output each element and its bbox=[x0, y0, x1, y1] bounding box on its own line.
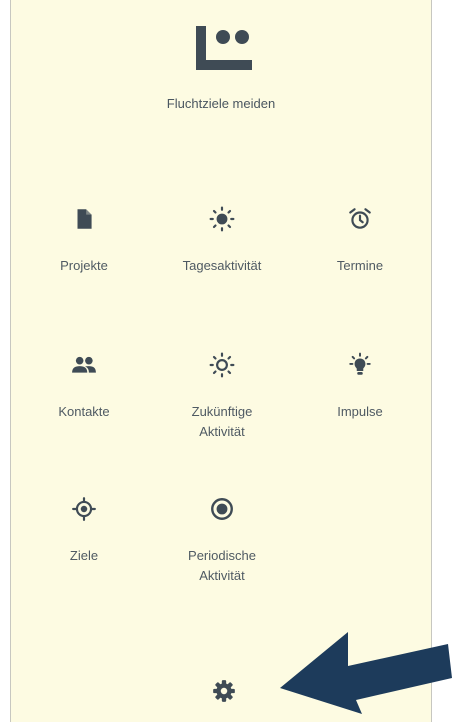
app-screen: Fluchtziele meiden Projekte Tagesaktivit… bbox=[10, 0, 432, 722]
lightbulb-icon bbox=[349, 352, 371, 375]
tile-periodische-aktivitaet[interactable]: Periodische Aktivität bbox=[157, 496, 287, 586]
tile-impulse[interactable]: Impulse bbox=[295, 352, 425, 422]
tile-label: Termine bbox=[336, 258, 384, 273]
tile-ziele[interactable]: Ziele bbox=[19, 496, 149, 566]
tile-label: Ziele bbox=[69, 548, 99, 563]
tile-zukuenftige-aktivitaet[interactable]: Zukünftige Aktivität bbox=[157, 352, 287, 442]
tile-projekte[interactable]: Projekte bbox=[19, 206, 149, 276]
tile-tagesaktivitaet[interactable]: Tagesaktivität bbox=[157, 206, 287, 276]
app-title: Fluchtziele meiden bbox=[166, 96, 276, 111]
target-icon bbox=[72, 497, 96, 521]
tile-label: Tagesaktivität bbox=[182, 258, 262, 273]
tile-label: Zukünftige Aktivität bbox=[191, 404, 253, 439]
sun-outline-icon bbox=[209, 352, 235, 378]
alarm-clock-icon bbox=[349, 208, 371, 229]
sun-icon bbox=[209, 206, 235, 232]
gear-icon[interactable] bbox=[211, 678, 237, 704]
radio-button-icon bbox=[211, 498, 233, 520]
tile-termine[interactable]: Termine bbox=[295, 206, 425, 276]
document-icon bbox=[77, 209, 92, 229]
tile-kontakte[interactable]: Kontakte bbox=[19, 352, 149, 422]
people-icon bbox=[72, 356, 96, 373]
tile-label: Periodische Aktivität bbox=[188, 548, 256, 583]
tile-label: Impulse bbox=[337, 404, 383, 419]
app-logo bbox=[196, 26, 252, 70]
annotation-arrow bbox=[280, 632, 452, 714]
tile-label: Projekte bbox=[60, 258, 108, 273]
tile-label: Kontakte bbox=[58, 404, 110, 419]
